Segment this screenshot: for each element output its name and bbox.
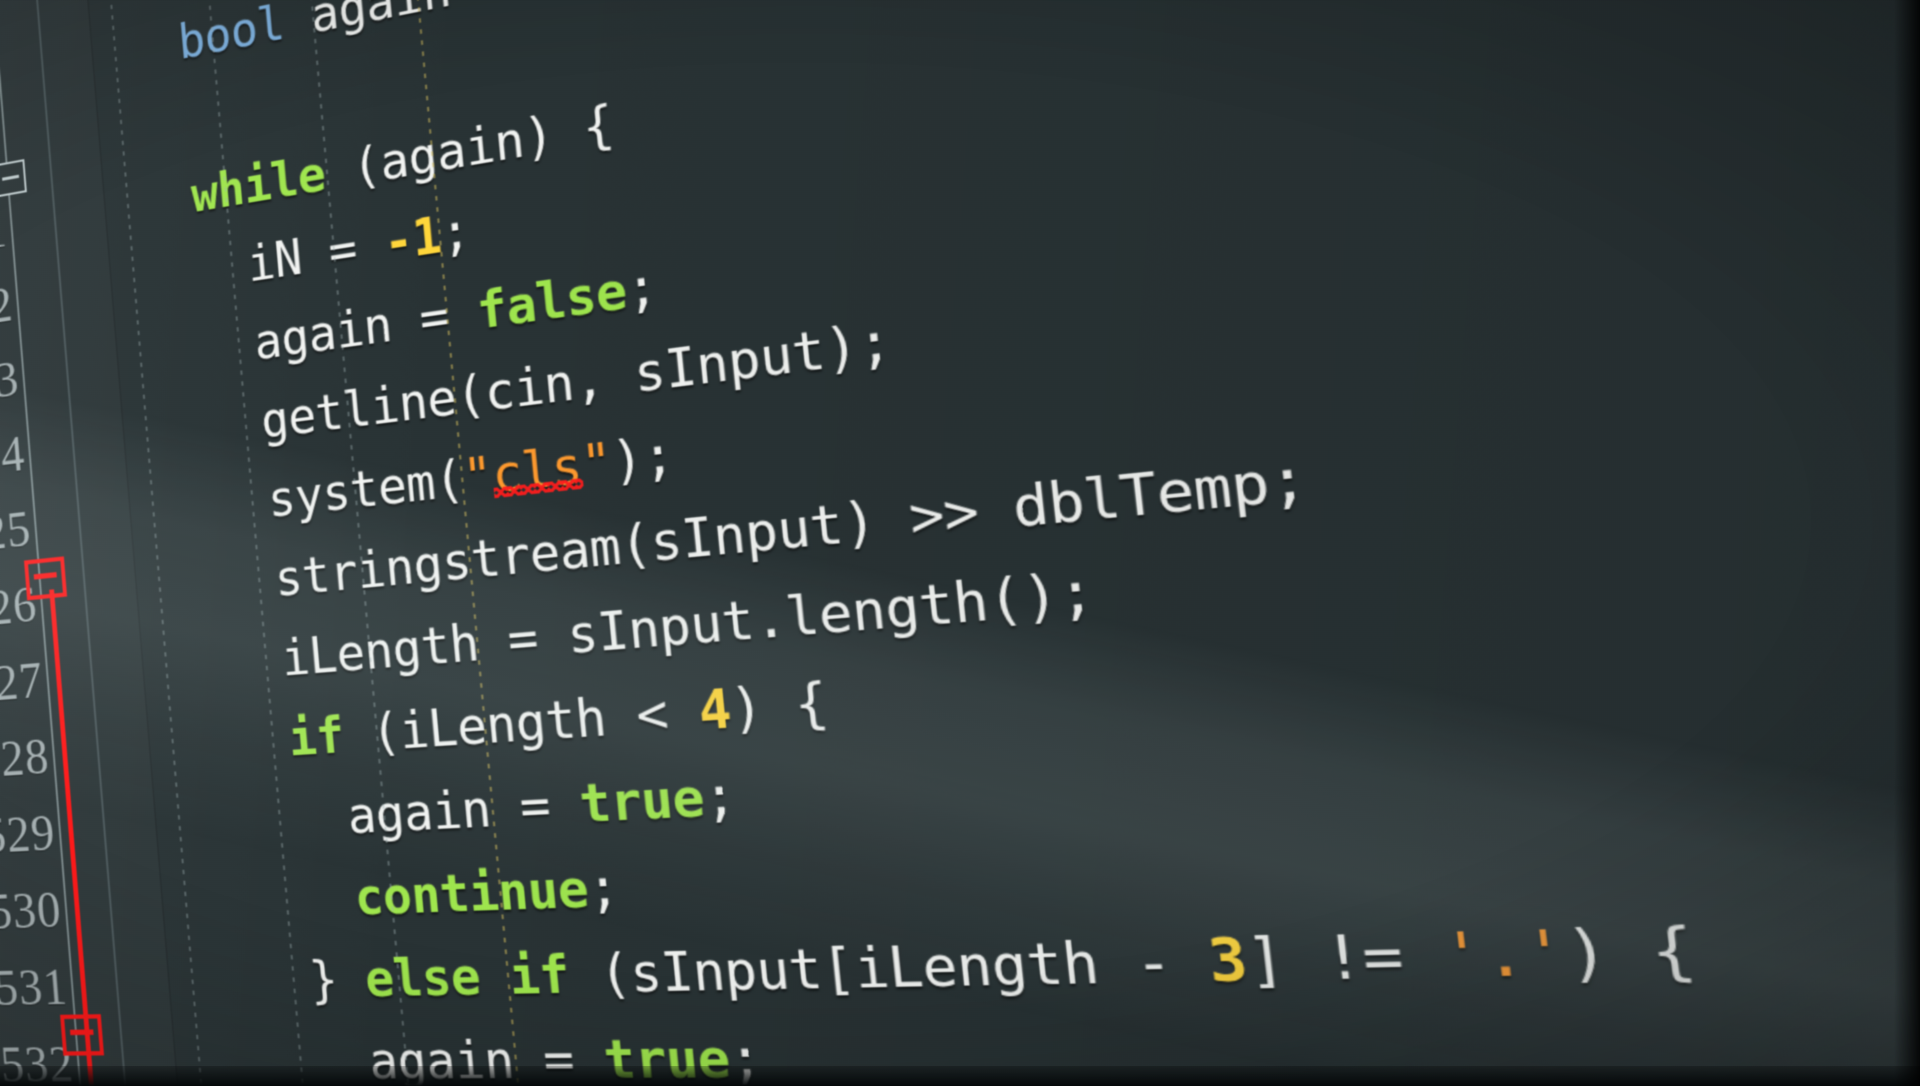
spell-error-token: cls: [489, 436, 585, 506]
code-token: ;: [438, 202, 473, 265]
code-token: ] !=: [1242, 922, 1447, 996]
code-token: false: [474, 261, 630, 342]
breakpoint-marker-icon[interactable]: [23, 556, 68, 601]
code-token: );: [608, 425, 677, 493]
code-fold-toggle-icon[interactable]: [0, 159, 27, 198]
code-token: else if: [362, 945, 572, 1009]
code-token: (sInput[iLength -: [566, 928, 1213, 1006]
code-token: true: [576, 767, 707, 835]
code-token: if: [286, 707, 347, 768]
code-token: while: [189, 145, 328, 224]
line-number: 530: [0, 879, 64, 941]
perspective-stage: 5165175185195205215225235245255265275285…: [0, 0, 1920, 1086]
code-token: true: [601, 1028, 733, 1086]
line-number: 528: [0, 726, 52, 789]
code-token: ) {: [727, 672, 831, 741]
code-token: ;: [700, 766, 739, 830]
code-token: ;: [726, 1028, 765, 1086]
line-number: 529: [0, 802, 58, 865]
code-text-area[interactable]: string sInput;int iLength, iN;double dbl…: [71, 0, 1920, 1086]
code-token: (iLength <: [341, 681, 702, 765]
code-token: -1: [381, 207, 444, 273]
code-token: '.': [1438, 919, 1571, 992]
editor-screen: 5165175185195205215225235245255265275285…: [0, 0, 1920, 1086]
code-fold-toggle-bottom-icon[interactable]: [60, 1014, 105, 1056]
code-token: system(: [265, 450, 466, 530]
code-token: }: [307, 950, 368, 1010]
code-token: ) {: [1561, 915, 1699, 991]
code-token: iN =: [245, 216, 387, 294]
code-rows: string sInput;int iLength, iN;double dbl…: [72, 0, 1920, 1086]
code-token: ;: [584, 858, 622, 920]
code-token: ;: [623, 257, 660, 321]
monitor-photograph: 5165175185195205215225235245255265275285…: [0, 0, 1920, 1086]
code-token: bool: [176, 0, 287, 71]
